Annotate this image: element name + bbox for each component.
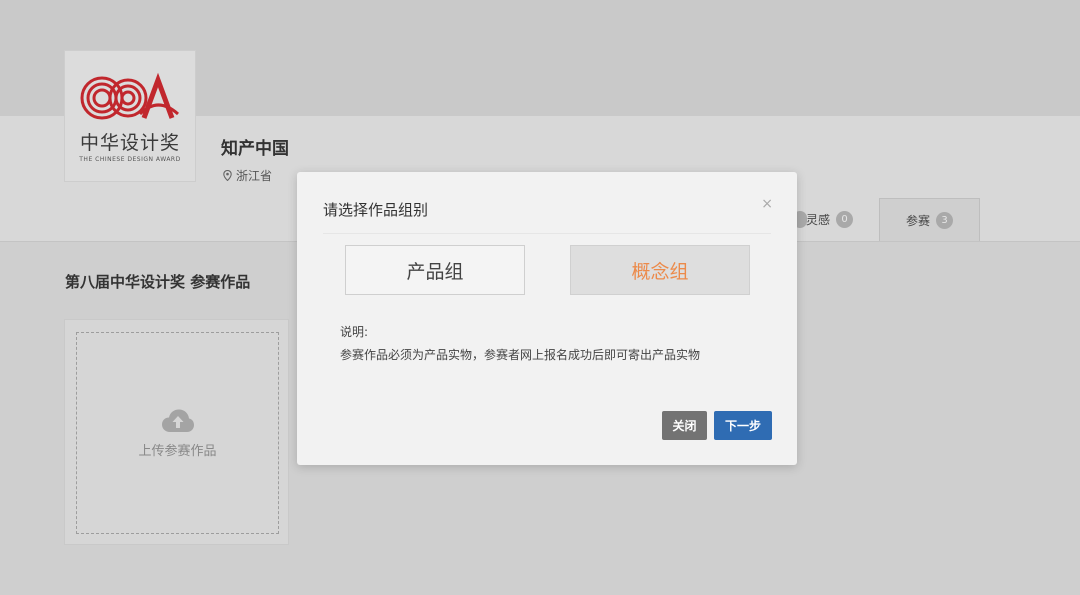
logo-wordmark-en: THE CHINESE DESIGN AWARD xyxy=(79,155,181,163)
close-icon[interactable]: × xyxy=(761,196,773,212)
upload-label: 上传参赛作品 xyxy=(138,443,217,459)
location-pin-icon xyxy=(223,170,232,181)
section-title: 第八届中华设计奖 参赛作品 xyxy=(65,273,251,291)
select-group-dialog: 请选择作品组别 × 产品组 概念组 说明: 参赛作品必须为产品实物，参赛者网上报… xyxy=(297,172,797,465)
organization-location: 浙江省 xyxy=(223,167,272,184)
close-button[interactable]: 关闭 xyxy=(662,411,707,440)
profile-tabs: 灵感 0 参赛 3 xyxy=(780,198,981,241)
logo-wordmark-cn: 中华设计奖 xyxy=(79,131,180,154)
upload-entry-card[interactable]: 上传参赛作品 xyxy=(64,319,289,545)
province-text: 浙江省 xyxy=(236,169,273,183)
concept-group-option[interactable]: 概念组 xyxy=(570,245,750,295)
chinese-design-award-logo-icon xyxy=(80,72,180,119)
note-label: 说明: xyxy=(340,325,369,339)
tab-competition[interactable]: 参赛 3 xyxy=(879,198,981,241)
product-group-option[interactable]: 产品组 xyxy=(345,245,525,295)
cloud-upload-icon xyxy=(161,409,194,432)
dialog-title: 请选择作品组别 xyxy=(323,201,429,219)
tab-competition-label: 参赛 xyxy=(906,213,931,228)
tab-inspiration-count: 0 xyxy=(836,211,854,228)
upload-dropzone[interactable]: 上传参赛作品 xyxy=(76,332,279,534)
dialog-divider xyxy=(323,233,771,234)
tab-inspiration-label: 灵感 xyxy=(806,213,831,227)
tab-competition-count: 3 xyxy=(936,211,954,229)
organization-name: 知产中国 xyxy=(221,139,289,159)
next-step-button[interactable]: 下一步 xyxy=(714,411,772,440)
note-text: 参赛作品必须为产品实物，参赛者网上报名成功后即可寄出产品实物 xyxy=(340,348,701,362)
organization-logo: 中华设计奖 THE CHINESE DESIGN AWARD xyxy=(64,50,196,182)
